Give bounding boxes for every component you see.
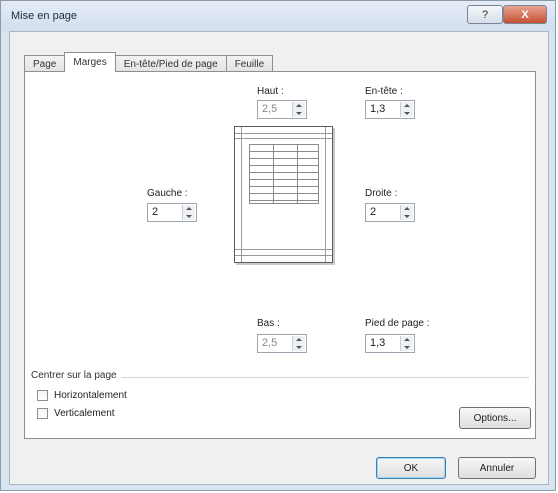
center-group-title: Centrer sur la page bbox=[31, 370, 121, 381]
arrow-up-icon bbox=[296, 338, 302, 342]
tab-header-footer[interactable]: En-tête/Pied de page bbox=[114, 55, 227, 72]
bottom-margin-value: 2,5 bbox=[262, 337, 278, 349]
ok-button[interactable]: OK bbox=[376, 457, 446, 479]
close-button[interactable]: X bbox=[503, 5, 547, 24]
arrow-down-icon bbox=[296, 111, 302, 115]
tab-margins[interactable]: Marges bbox=[64, 52, 116, 72]
left-margin-label: Gauche : bbox=[147, 188, 188, 199]
right-margin-stepper[interactable] bbox=[400, 205, 413, 220]
bottom-margin-label: Bas : bbox=[257, 318, 280, 329]
help-button[interactable]: ? bbox=[467, 5, 503, 24]
bottom-margin-spinner[interactable]: 2,5 bbox=[257, 334, 307, 353]
center-vertical-label: Verticalement bbox=[54, 408, 115, 419]
top-margin-spinner[interactable]: 2,5 bbox=[257, 100, 307, 119]
left-margin-guide bbox=[241, 127, 242, 262]
header-margin-label: En-tête : bbox=[365, 86, 403, 97]
arrow-down-icon bbox=[404, 214, 410, 218]
top-margin-stepper[interactable] bbox=[292, 102, 305, 117]
footer-margin-value: 1,3 bbox=[370, 337, 386, 349]
help-icon: ? bbox=[481, 8, 489, 21]
bottom-margin-guide bbox=[235, 249, 332, 250]
arrow-up-icon bbox=[404, 104, 410, 108]
page-preview bbox=[234, 126, 333, 263]
top-margin-value: 2,5 bbox=[262, 103, 278, 115]
center-vertical-checkbox[interactable] bbox=[37, 408, 48, 419]
dialog-title: Mise en page bbox=[11, 10, 78, 22]
footer-margin-stepper[interactable] bbox=[400, 336, 413, 351]
arrow-down-icon bbox=[404, 111, 410, 115]
title-bar: Mise en page ? X bbox=[1, 1, 555, 31]
tab-sheet[interactable]: Feuille bbox=[225, 55, 274, 72]
tab-strip: Page Marges En-tête/Pied de page Feuille bbox=[24, 52, 274, 72]
left-margin-stepper[interactable] bbox=[182, 205, 195, 220]
header-margin-spinner[interactable]: 1,3 bbox=[365, 100, 415, 119]
tab-page[interactable]: Page bbox=[24, 55, 66, 72]
left-margin-spinner[interactable]: 2 bbox=[147, 203, 197, 222]
right-margin-spinner[interactable]: 2 bbox=[365, 203, 415, 222]
arrow-down-icon bbox=[186, 214, 192, 218]
top-margin-guide bbox=[235, 138, 332, 139]
left-margin-value: 2 bbox=[152, 206, 159, 218]
arrow-up-icon bbox=[404, 207, 410, 211]
options-button[interactable]: Options... bbox=[459, 407, 531, 429]
footer-margin-spinner[interactable]: 1,3 bbox=[365, 334, 415, 353]
arrow-down-icon bbox=[404, 345, 410, 349]
header-margin-value: 1,3 bbox=[370, 103, 386, 115]
center-horizontal-label: Horizontalement bbox=[54, 390, 127, 401]
center-vertical-option[interactable]: Verticalement bbox=[37, 408, 115, 419]
header-guide bbox=[235, 133, 332, 134]
bottom-margin-stepper[interactable] bbox=[292, 336, 305, 351]
close-icon: X bbox=[521, 8, 529, 21]
dialog-body: Page Marges En-tête/Pied de page Feuille… bbox=[9, 31, 549, 485]
arrow-up-icon bbox=[296, 104, 302, 108]
footer-guide bbox=[235, 255, 332, 256]
page-setup-dialog: Mise en page ? X Page Marges En-tête/Pie… bbox=[0, 0, 556, 491]
header-margin-stepper[interactable] bbox=[400, 102, 413, 117]
top-margin-label: Haut : bbox=[257, 86, 284, 97]
right-margin-label: Droite : bbox=[365, 188, 398, 199]
cancel-button[interactable]: Annuler bbox=[458, 457, 536, 479]
preview-cell-grid bbox=[249, 144, 319, 204]
arrow-up-icon bbox=[404, 338, 410, 342]
center-horizontal-checkbox[interactable] bbox=[37, 390, 48, 401]
arrow-down-icon bbox=[296, 345, 302, 349]
margins-panel: Haut : 2,5 En-tête : 1,3 Gauche : 2 Droi… bbox=[24, 71, 536, 439]
right-margin-value: 2 bbox=[370, 206, 377, 218]
center-horizontal-option[interactable]: Horizontalement bbox=[37, 390, 127, 401]
right-margin-guide bbox=[325, 127, 326, 262]
footer-margin-label: Pied de page : bbox=[365, 318, 430, 329]
arrow-up-icon bbox=[186, 207, 192, 211]
